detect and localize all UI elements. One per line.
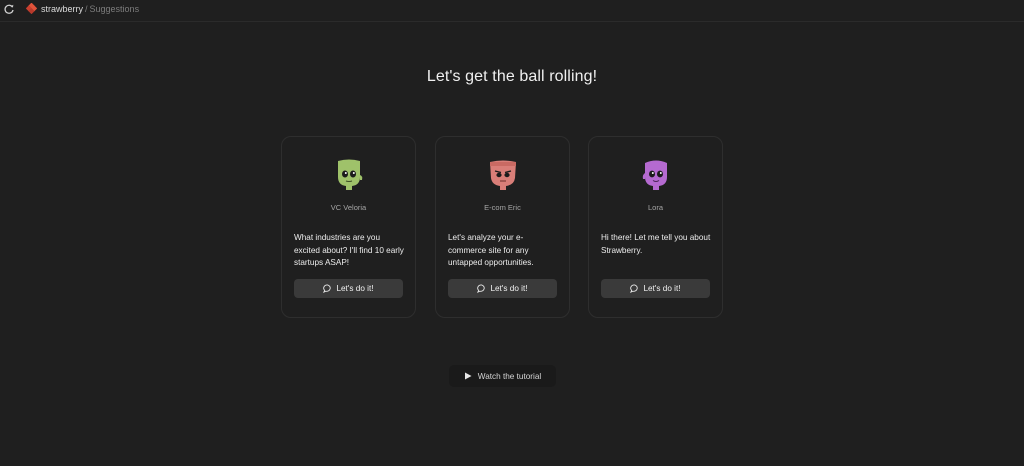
top-bar: strawberry / Suggestions [0, 0, 1024, 22]
button-label: Let's do it! [336, 284, 374, 293]
persona-card-lora: Lora Hi there! Let me tell you about Str… [588, 136, 723, 318]
button-label: Let's do it! [490, 284, 528, 293]
chat-bubble-icon [630, 284, 639, 293]
persona-name: VC Veloria [330, 203, 367, 212]
lets-do-it-button[interactable]: Let's do it! [601, 279, 710, 298]
play-icon [464, 372, 472, 380]
avatar [489, 160, 516, 190]
breadcrumb-app[interactable]: strawberry [41, 4, 83, 14]
persona-name: E-com Eric [484, 203, 521, 212]
chat-bubble-icon [323, 284, 332, 293]
lets-do-it-button[interactable]: Let's do it! [294, 279, 403, 298]
prompt-text: What industries are you excited about? I… [294, 233, 404, 267]
strawberry-logo [26, 3, 37, 14]
persona-card-eric: E-com Eric Let's analyze your e-commerce… [435, 136, 570, 318]
reload-icon[interactable] [3, 3, 15, 15]
lets-do-it-button[interactable]: Let's do it! [448, 279, 557, 298]
prompt-text: Let's analyze your e-commerce site for a… [448, 233, 534, 267]
avatar [642, 160, 667, 190]
avatar [337, 159, 362, 190]
button-label: Let's do it! [643, 284, 681, 293]
tutorial-label: Watch the tutorial [477, 371, 542, 381]
chat-bubble-icon [477, 284, 486, 293]
watch-tutorial-button[interactable]: Watch the tutorial [449, 365, 556, 387]
page-title: Let's get the ball rolling! [426, 68, 598, 85]
prompt-text: Hi there! Let me tell you about Strawber… [601, 233, 711, 255]
persona-name: Lora [647, 203, 663, 212]
breadcrumb: strawberry / Suggestions [26, 3, 139, 14]
persona-card-veloria: VC Veloria What industries are you excit… [281, 136, 416, 318]
breadcrumb-separator: / [85, 3, 88, 14]
breadcrumb-page: Suggestions [89, 3, 140, 14]
